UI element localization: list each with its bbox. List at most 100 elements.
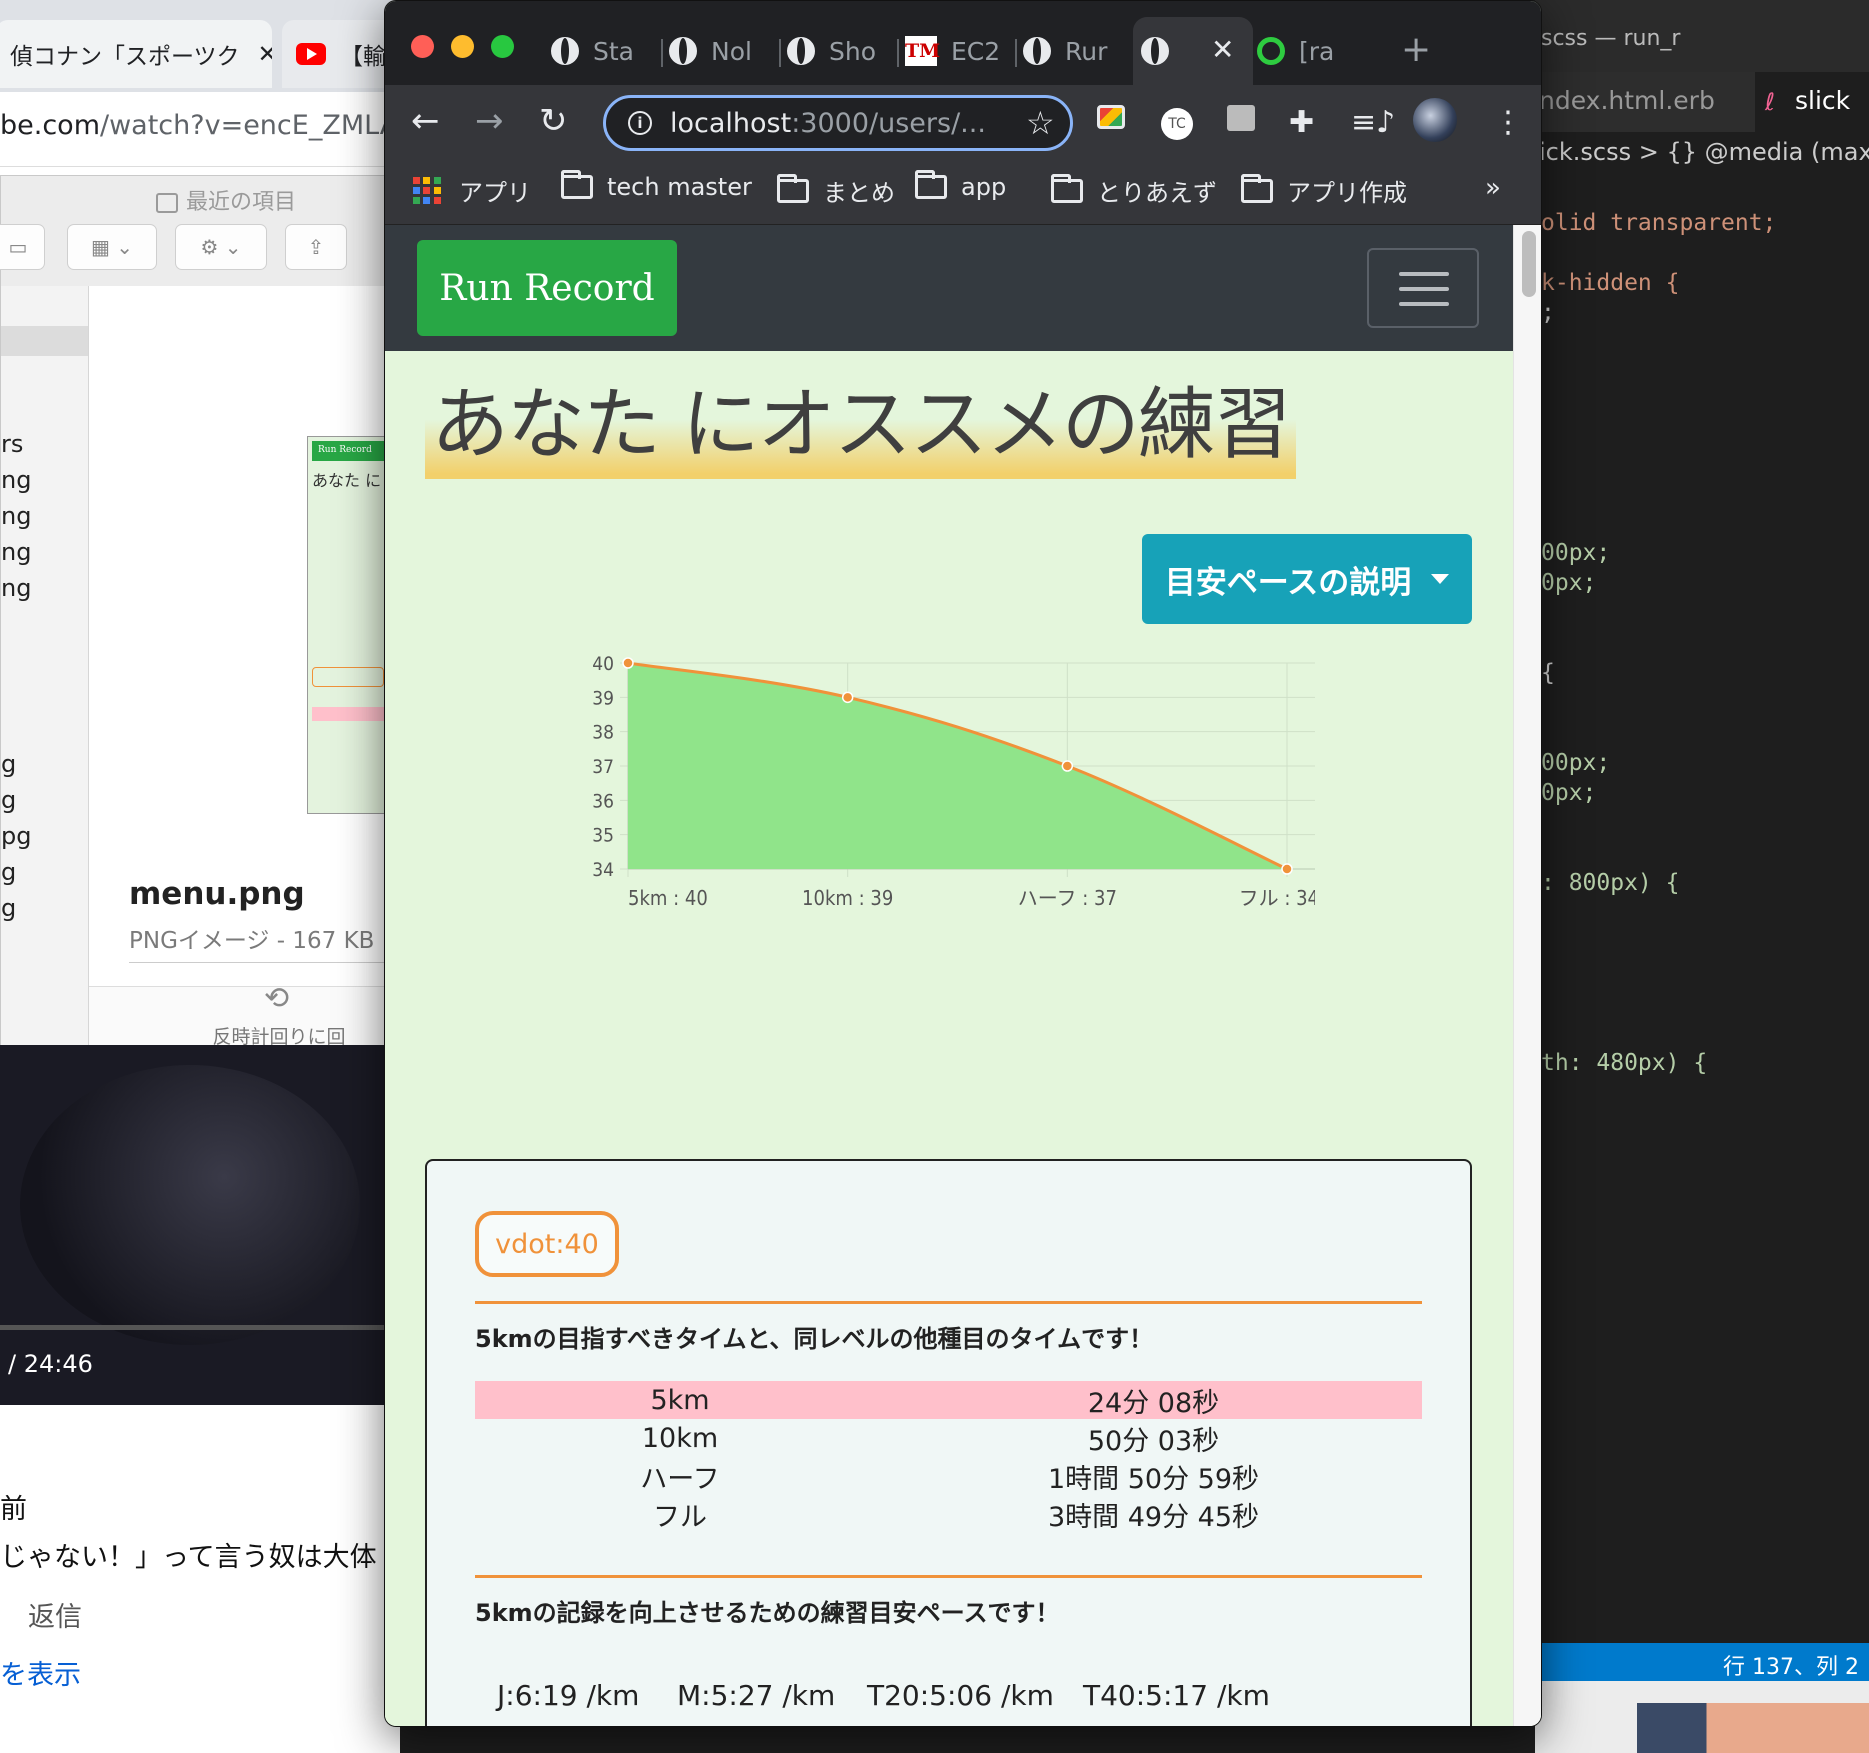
- close-window-button[interactable]: [411, 35, 434, 58]
- browser-tab[interactable]: Rur: [1023, 31, 1113, 71]
- globe-icon: [551, 37, 579, 65]
- pace-explanation-dropdown[interactable]: 目安ペースの説明: [1142, 534, 1472, 624]
- navbar-toggler-button[interactable]: [1367, 248, 1479, 328]
- browser-tab[interactable]: TM EC2: [905, 31, 1005, 71]
- event-cell: 5km: [650, 1384, 710, 1416]
- bookmark-item[interactable]: アプリ作成: [1241, 173, 1407, 208]
- tab-separator: [661, 39, 663, 67]
- sidebar-row[interactable]: ng: [1, 462, 88, 498]
- code-line: : 800px) {: [1541, 870, 1680, 896]
- grid-icon: ▦ ⌄: [90, 235, 133, 259]
- editor-tab-slick[interactable]: ℓ slick: [1755, 72, 1869, 132]
- bookmark-label: アプリ作成: [1287, 179, 1407, 207]
- close-icon[interactable]: ✕: [1211, 33, 1234, 66]
- tab-label: Rur: [1065, 36, 1108, 66]
- tab-label: EC2: [951, 36, 1001, 66]
- status-bar-position[interactable]: 行 137、列 2: [1535, 1643, 1869, 1681]
- youtube-address-bar[interactable]: be.com/watch?v=encE_ZMLA: [0, 92, 400, 167]
- address-bar[interactable]: i localhost:3000/users/... ☆: [603, 95, 1073, 151]
- rotate-left-icon[interactable]: ⟲: [264, 981, 289, 1016]
- video-player[interactable]: / 24:46: [0, 1045, 400, 1405]
- media-control-icon[interactable]: ≡♪: [1351, 105, 1395, 140]
- sidebar-row[interactable]: ng: [1, 570, 88, 606]
- vscode-title: scss — run_r: [1535, 0, 1869, 72]
- brand-button[interactable]: Run Record: [417, 240, 677, 336]
- video-progress-bar[interactable]: [0, 1325, 400, 1330]
- bookmark-item[interactable]: アプリ: [413, 173, 531, 208]
- preview-thumbnail[interactable]: Run Record あなた に: [307, 436, 387, 814]
- bookmark-label: とりあえず: [1097, 179, 1217, 207]
- kebab-menu-icon[interactable]: ⋮: [1493, 105, 1523, 140]
- minimize-window-button[interactable]: [451, 35, 474, 58]
- pace-value: M:5:27 /km: [677, 1679, 836, 1712]
- video-time: / 24:46: [8, 1350, 93, 1378]
- close-icon[interactable]: ✕: [258, 40, 272, 68]
- x-tick-label: 5km : 40: [628, 886, 708, 910]
- folder-icon: [561, 170, 593, 199]
- show-replies-link[interactable]: を表示: [0, 1653, 81, 1692]
- file-name: menu.png: [129, 876, 305, 912]
- time-cell: 3時間 49分 45秒: [1047, 1501, 1260, 1533]
- sidebar-row[interactable]: g: [1, 782, 88, 818]
- sidebar-row[interactable]: ng: [1, 498, 88, 534]
- zoom-window-button[interactable]: [491, 35, 514, 58]
- editor-tab-index[interactable]: ndex.html.erb: [1535, 72, 1755, 132]
- bookmark-item[interactable]: とりあえず: [1051, 173, 1217, 208]
- back-icon[interactable]: ←: [411, 101, 440, 141]
- sidebar-row[interactable]: g: [1, 890, 88, 926]
- sidebar-row[interactable]: g: [1, 746, 88, 782]
- bookmark-item[interactable]: tech master: [561, 170, 752, 201]
- browser-tab[interactable]: Sho: [787, 31, 877, 71]
- forward-icon[interactable]: →: [475, 101, 504, 141]
- sidebar-row[interactable]: g: [1, 854, 88, 890]
- thumb-highlight: [312, 707, 384, 721]
- action-button[interactable]: ⚙ ⌄: [175, 224, 267, 270]
- navbar: Run Record: [385, 225, 1513, 351]
- bookmark-item[interactable]: まとめ: [777, 173, 895, 208]
- youtube-tab-conan[interactable]: 偵コナン「スポーツク ✕: [0, 20, 272, 88]
- page-scrollbar[interactable]: [1513, 225, 1541, 1726]
- wallpaper-image: [1637, 1703, 1869, 1753]
- globe-icon: [1023, 37, 1051, 65]
- pace-value: J:6:19 /km: [497, 1679, 640, 1712]
- group-view-button[interactable]: ▦ ⌄: [67, 224, 157, 270]
- reply-button[interactable]: 返信: [28, 1595, 82, 1634]
- time-cell: 24分 08秒: [1087, 1387, 1220, 1419]
- sidebar-selected-row[interactable]: [1, 326, 88, 356]
- list-view-button[interactable]: ▭: [0, 224, 45, 270]
- vdot-chart: 34 35 36 37 38 39 40 5km : 40 10km : 39 ハーフ : 37 フ…: [592, 653, 1315, 910]
- new-tab-button[interactable]: +: [1401, 29, 1431, 70]
- folder-icon: [777, 173, 809, 203]
- tc-extension-icon[interactable]: TC: [1161, 105, 1193, 140]
- pace-heading: 5kmの記録を向上させるための練習目安ペースです！: [475, 1599, 1060, 1627]
- browser-tab[interactable]: Sta: [551, 31, 641, 71]
- browser-tab[interactable]: [ra: [1257, 31, 1367, 71]
- sidebar-row[interactable]: pg: [1, 818, 88, 854]
- reload-icon[interactable]: ↻: [539, 101, 568, 141]
- sidebar-row[interactable]: rs: [1, 426, 88, 462]
- extensions-puzzle-icon[interactable]: ✚: [1289, 105, 1314, 140]
- pace-value: T40:5:17 /km: [1083, 1679, 1270, 1712]
- y-tick-label: 37: [592, 756, 614, 778]
- profile-avatar[interactable]: [1413, 98, 1457, 142]
- bookmark-star-icon[interactable]: ☆: [1026, 104, 1055, 142]
- dropdown-label: 目安ペースの説明: [1164, 564, 1412, 601]
- browser-tab[interactable]: Nol: [669, 31, 759, 71]
- folder-icon: [915, 170, 947, 199]
- divider: [475, 1301, 1422, 1304]
- breadcrumb[interactable]: ick.scss > {} @media (max-: [1535, 132, 1869, 177]
- sidebar-row[interactable]: ng: [1, 534, 88, 570]
- share-button[interactable]: ⇪: [285, 224, 347, 270]
- bookmark-label: アプリ: [459, 179, 531, 207]
- scroll-thumb[interactable]: [1522, 231, 1536, 297]
- youtube-logo-icon: [296, 43, 326, 65]
- info-icon[interactable]: i: [628, 111, 652, 135]
- more-bookmarks-button[interactable]: »: [1485, 173, 1501, 203]
- page-title: あなた にオススメの練習: [425, 371, 1296, 479]
- desktop-strip: [1535, 1681, 1869, 1753]
- player-extension-icon[interactable]: [1227, 105, 1255, 137]
- bookmark-item[interactable]: app: [915, 170, 1006, 201]
- cast-extension-icon[interactable]: [1097, 105, 1125, 137]
- url-path: /watch?v=encE_ZMLA: [100, 110, 399, 141]
- browser-tab[interactable]: [1141, 31, 1181, 71]
